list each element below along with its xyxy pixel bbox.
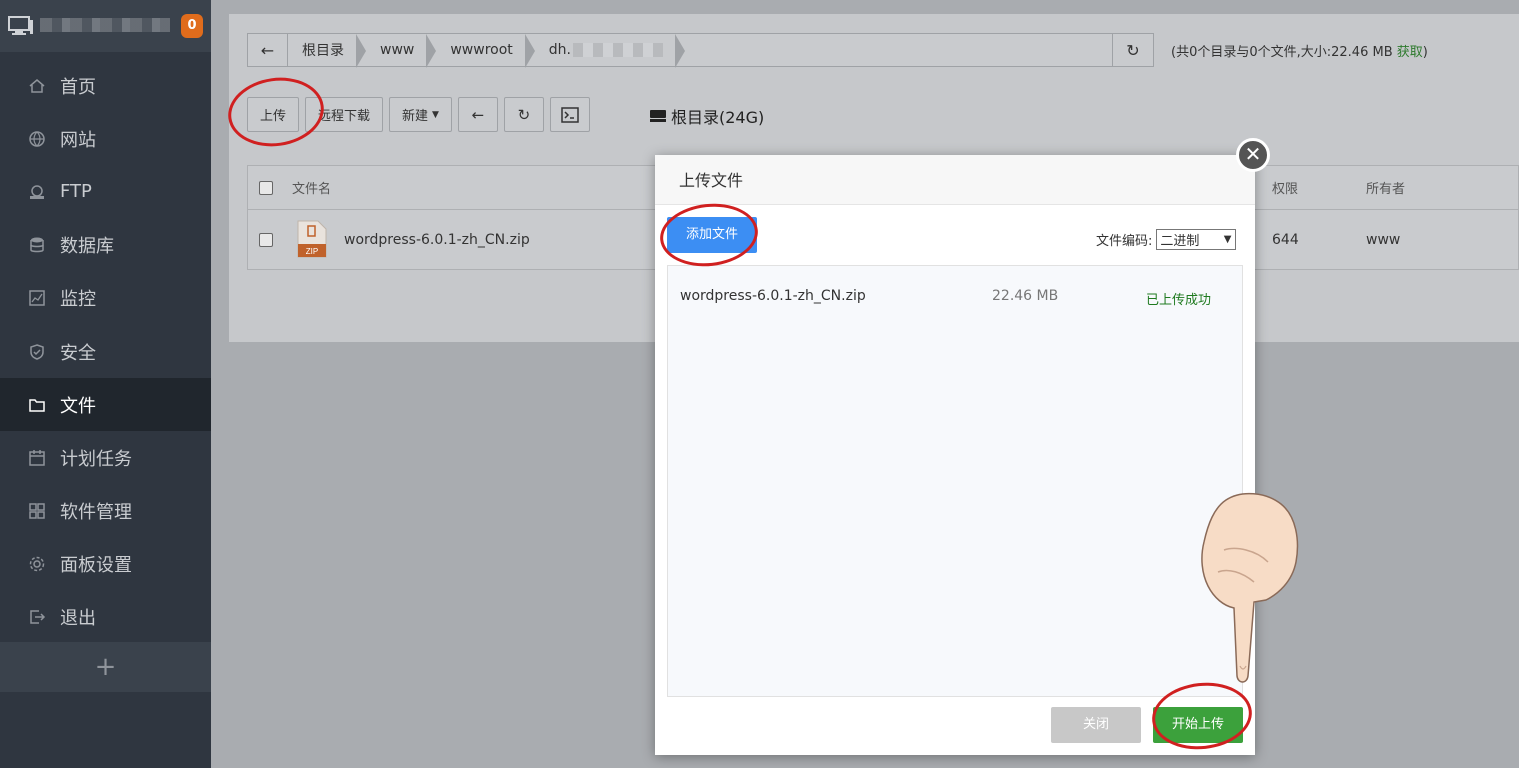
select-all-checkbox[interactable] (259, 180, 273, 195)
back-arrow-button[interactable]: ← (248, 34, 288, 66)
sidebar-item-monitor[interactable]: 监控 (0, 272, 211, 325)
stats-close-paren: ) (1422, 45, 1428, 60)
refresh-icon: ↻ (517, 105, 531, 124)
arrow-left-icon: ← (471, 105, 485, 124)
close-icon[interactable]: ✕ (1236, 138, 1270, 172)
sidebar-item-label: FTP (60, 181, 92, 203)
sidebar-item-files[interactable]: 文件 (0, 378, 211, 432)
file-perm[interactable]: 644 (1272, 232, 1299, 248)
pointing-hand-icon (1201, 492, 1299, 683)
notification-badge[interactable]: 0 (181, 14, 203, 38)
upload-file-name: wordpress-6.0.1-zh_CN.zip (680, 288, 866, 304)
sidebar-item-home[interactable]: 首页 (0, 59, 211, 112)
sidebar-item-label: 监控 (60, 289, 96, 311)
sidebar-menu: 首页 网站 FTP 数据库 监控 安全 文件 计划任务 软件管理 面板设置 退出 (0, 59, 211, 644)
sidebar-item-label: 网站 (60, 129, 96, 151)
terminal-button[interactable] (549, 97, 590, 132)
breadcrumb-label: wwwroot (450, 42, 513, 58)
monitor-chart-icon (28, 289, 46, 307)
disk-root[interactable]: 根目录(24G) (649, 104, 764, 128)
blurred-domain (573, 43, 663, 57)
file-owner[interactable]: www (1366, 232, 1400, 248)
logout-icon (28, 608, 46, 626)
encoding-value: 二进制 (1160, 234, 1200, 249)
reload-button[interactable]: ↻ (503, 97, 544, 132)
sidebar-item-label: 文件 (60, 395, 96, 417)
terminal-icon (561, 106, 579, 123)
column-header-name[interactable]: 文件名 (292, 178, 331, 197)
sidebar-header: 0 (0, 0, 211, 52)
sidebar-item-cron[interactable]: 计划任务 (0, 431, 211, 484)
disk-label: 根目录(24G) (671, 108, 765, 127)
sidebar-item-label: 面板设置 (60, 555, 132, 577)
back-button[interactable]: ← (457, 97, 498, 132)
gear-icon (28, 555, 46, 573)
sidebar-item-security[interactable]: 安全 (0, 325, 211, 378)
folder-icon (28, 396, 46, 414)
svg-text:ZIP: ZIP (306, 247, 318, 256)
add-menu-button[interactable]: + (0, 642, 211, 692)
new-label: 新建 (402, 109, 429, 124)
home-icon (28, 77, 46, 95)
breadcrumb-label: 根目录 (302, 43, 344, 59)
sidebar-item-label: 退出 (60, 608, 96, 630)
breadcrumb-label: www (380, 42, 415, 58)
sidebar-item-software[interactable]: 软件管理 (0, 485, 211, 538)
sidebar-item-website[interactable]: 网站 (0, 112, 211, 165)
breadcrumb: ← 根目录 www wwwroot dh. (247, 33, 1139, 68)
arrow-left-icon: ← (260, 40, 275, 60)
encoding-select[interactable]: 二进制 ▼ (1156, 229, 1237, 250)
get-size-link[interactable]: 获取 (1397, 45, 1423, 60)
new-dropdown-button[interactable]: 新建 ▼ (389, 97, 452, 132)
sidebar-item-logout[interactable]: 退出 (0, 591, 211, 644)
row-checkbox[interactable] (259, 232, 273, 247)
caret-down-icon: ▼ (432, 109, 439, 120)
column-header-owner[interactable]: 所有者 (1366, 178, 1405, 197)
shield-icon (28, 343, 46, 361)
upload-status: 已上传成功 (1146, 293, 1212, 308)
hard-drive-icon (650, 110, 666, 122)
calendar-icon (28, 449, 46, 467)
sidebar-item-label: 数据库 (60, 236, 114, 258)
globe-icon (28, 130, 46, 148)
sidebar-item-database[interactable]: 数据库 (0, 219, 211, 272)
sidebar-item-label: 软件管理 (60, 502, 132, 524)
encoding-label: 文件编码: (1096, 234, 1153, 249)
breadcrumb-item[interactable]: wwwroot (436, 34, 536, 68)
upload-file-list: wordpress-6.0.1-zh_CN.zip 22.46 MB 已上传成功 (667, 265, 1243, 697)
breadcrumb-item[interactable]: www (366, 34, 437, 68)
file-name[interactable]: wordpress-6.0.1-zh_CN.zip (344, 232, 530, 248)
breadcrumb-label: dh. (548, 42, 571, 58)
server-name-blurred (40, 18, 170, 32)
zip-file-icon: ZIP (297, 220, 327, 258)
sidebar-item-label: 首页 (60, 76, 96, 98)
sidebar-item-label: 计划任务 (60, 448, 132, 470)
list-item: wordpress-6.0.1-zh_CN.zip 22.46 MB 已上传成功 (680, 288, 1220, 308)
sidebar-item-settings[interactable]: 面板设置 (0, 538, 211, 591)
sidebar-item-ftp[interactable]: FTP (0, 165, 211, 218)
close-button[interactable]: 关闭 (1051, 707, 1141, 743)
sidebar-item-label: 安全 (60, 342, 96, 364)
database-icon (28, 236, 46, 254)
column-header-perm[interactable]: 权限 (1272, 178, 1298, 197)
stats-text: (共0个目录与0个文件,大小:22.46 MB (1171, 45, 1393, 60)
grid-icon (28, 502, 46, 520)
chevron-down-icon: ▼ (1223, 234, 1232, 245)
breadcrumb-item[interactable]: 根目录 (288, 34, 366, 68)
sidebar: 0 首页 网站 FTP 数据库 监控 安全 文件 计划任务 软件管理 面板设置 … (0, 0, 211, 768)
directory-stats: (共0个目录与0个文件,大小:22.46 MB 获取) (1171, 41, 1428, 60)
breadcrumb-item[interactable]: dh. (535, 34, 686, 68)
refresh-button[interactable]: ↻ (1112, 33, 1154, 67)
ftp-icon (28, 183, 46, 201)
upload-file-size: 22.46 MB (992, 288, 1059, 304)
refresh-icon: ↻ (1126, 40, 1140, 60)
encoding-selector: 文件编码: 二进制 ▼ (1096, 229, 1237, 250)
dialog-title: 上传文件 (655, 155, 1255, 205)
monitor-icon (8, 16, 33, 35)
